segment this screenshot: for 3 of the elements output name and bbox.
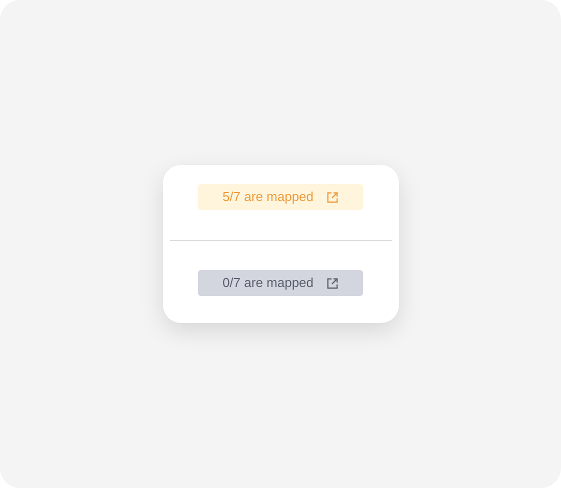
mapping-status-link[interactable]: 0/7 are mapped [198, 270, 363, 296]
external-link-icon [326, 190, 339, 204]
external-link-icon [326, 276, 339, 290]
